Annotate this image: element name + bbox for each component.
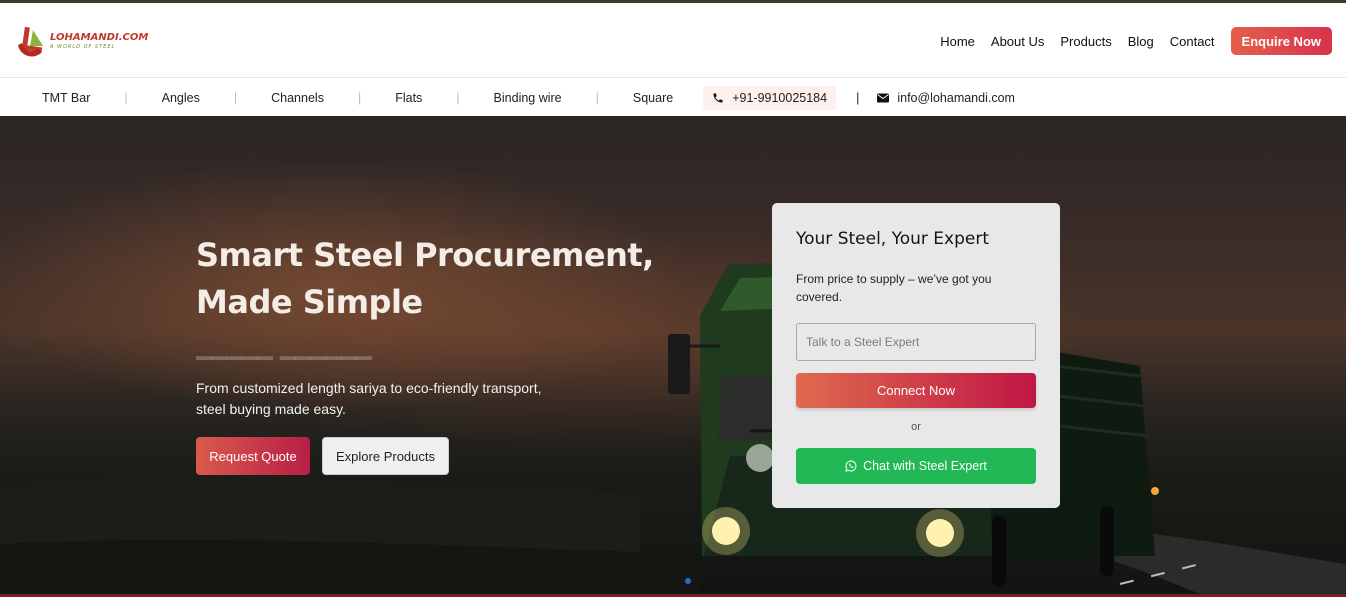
email-contact[interactable]: info@lohamandi.com [877,91,1015,105]
logo-mark-icon [16,25,48,57]
connect-now-button[interactable]: Connect Now [796,373,1036,408]
main-nav: Home About Us Products Blog Contact Enqu… [940,27,1332,55]
phone-number: +91-9910025184 [732,90,828,105]
divider: | [124,90,128,105]
category-flats[interactable]: Flats [395,91,422,105]
whatsapp-icon [845,460,857,472]
hero-rotating-text: ▆▆▆▆▆ ▆▆▆▆▆▆ [196,350,372,360]
nav-products[interactable]: Products [1060,34,1111,49]
expert-card: Your Steel, Your Expert From price to su… [772,203,1060,508]
card-title: Your Steel, Your Expert [796,229,990,249]
divider: | [595,90,599,105]
expert-query-input[interactable] [796,323,1036,361]
nav-blog[interactable]: Blog [1128,34,1154,49]
or-divider: or [911,421,921,433]
phone-contact[interactable]: +91-9910025184 [703,85,837,110]
request-quote-button[interactable]: Request Quote [196,437,310,475]
divider: | [357,90,362,105]
logo-name: LOHAMANDI.COM [50,31,149,43]
mail-icon [877,93,890,102]
email-address: info@lohamandi.com [897,90,1015,105]
category-bar: TMT Bar | Angles | Channels | Flats | Bi… [0,79,1346,116]
explore-products-button[interactable]: Explore Products [322,437,449,475]
site-header: LOHAMANDI.COM A WORLD OF STEEL Home Abou… [0,3,1346,78]
nav-about-us[interactable]: About Us [991,34,1044,49]
card-description: From price to supply – we’ve got you cov… [796,272,992,304]
divider: | [856,90,860,105]
category-angles[interactable]: Angles [162,91,200,105]
carousel-dot[interactable] [685,578,691,584]
hero-subtitle: From customized length sariya to eco-fri… [196,380,542,417]
hero-title: Smart Steel Procurement, Made Simple [196,232,654,326]
category-tmt-bar[interactable]: TMT Bar [42,91,90,105]
enquire-now-button[interactable]: Enquire Now [1230,27,1332,55]
logo-tagline: A WORLD OF STEEL [50,43,116,50]
whatsapp-chat-button[interactable]: Chat with Steel Expert [796,448,1036,484]
category-binding-wire[interactable]: Binding wire [494,91,562,105]
nav-contact[interactable]: Contact [1170,34,1215,49]
hero-title-line-1: Smart Steel Procurement, [196,236,654,274]
category-square[interactable]: Square [633,91,673,105]
hero-section: Smart Steel Procurement, Made Simple ▆▆▆… [0,116,1346,594]
category-channels[interactable]: Channels [271,91,324,105]
divider: | [233,90,238,105]
phone-icon [713,93,723,102]
site-logo[interactable]: LOHAMANDI.COM A WORLD OF STEEL [16,25,148,57]
nav-home[interactable]: Home [940,34,975,49]
divider: | [456,90,460,105]
whatsapp-button-label: Chat with Steel Expert [863,459,987,473]
hero-title-line-2: Made Simple [196,283,423,321]
